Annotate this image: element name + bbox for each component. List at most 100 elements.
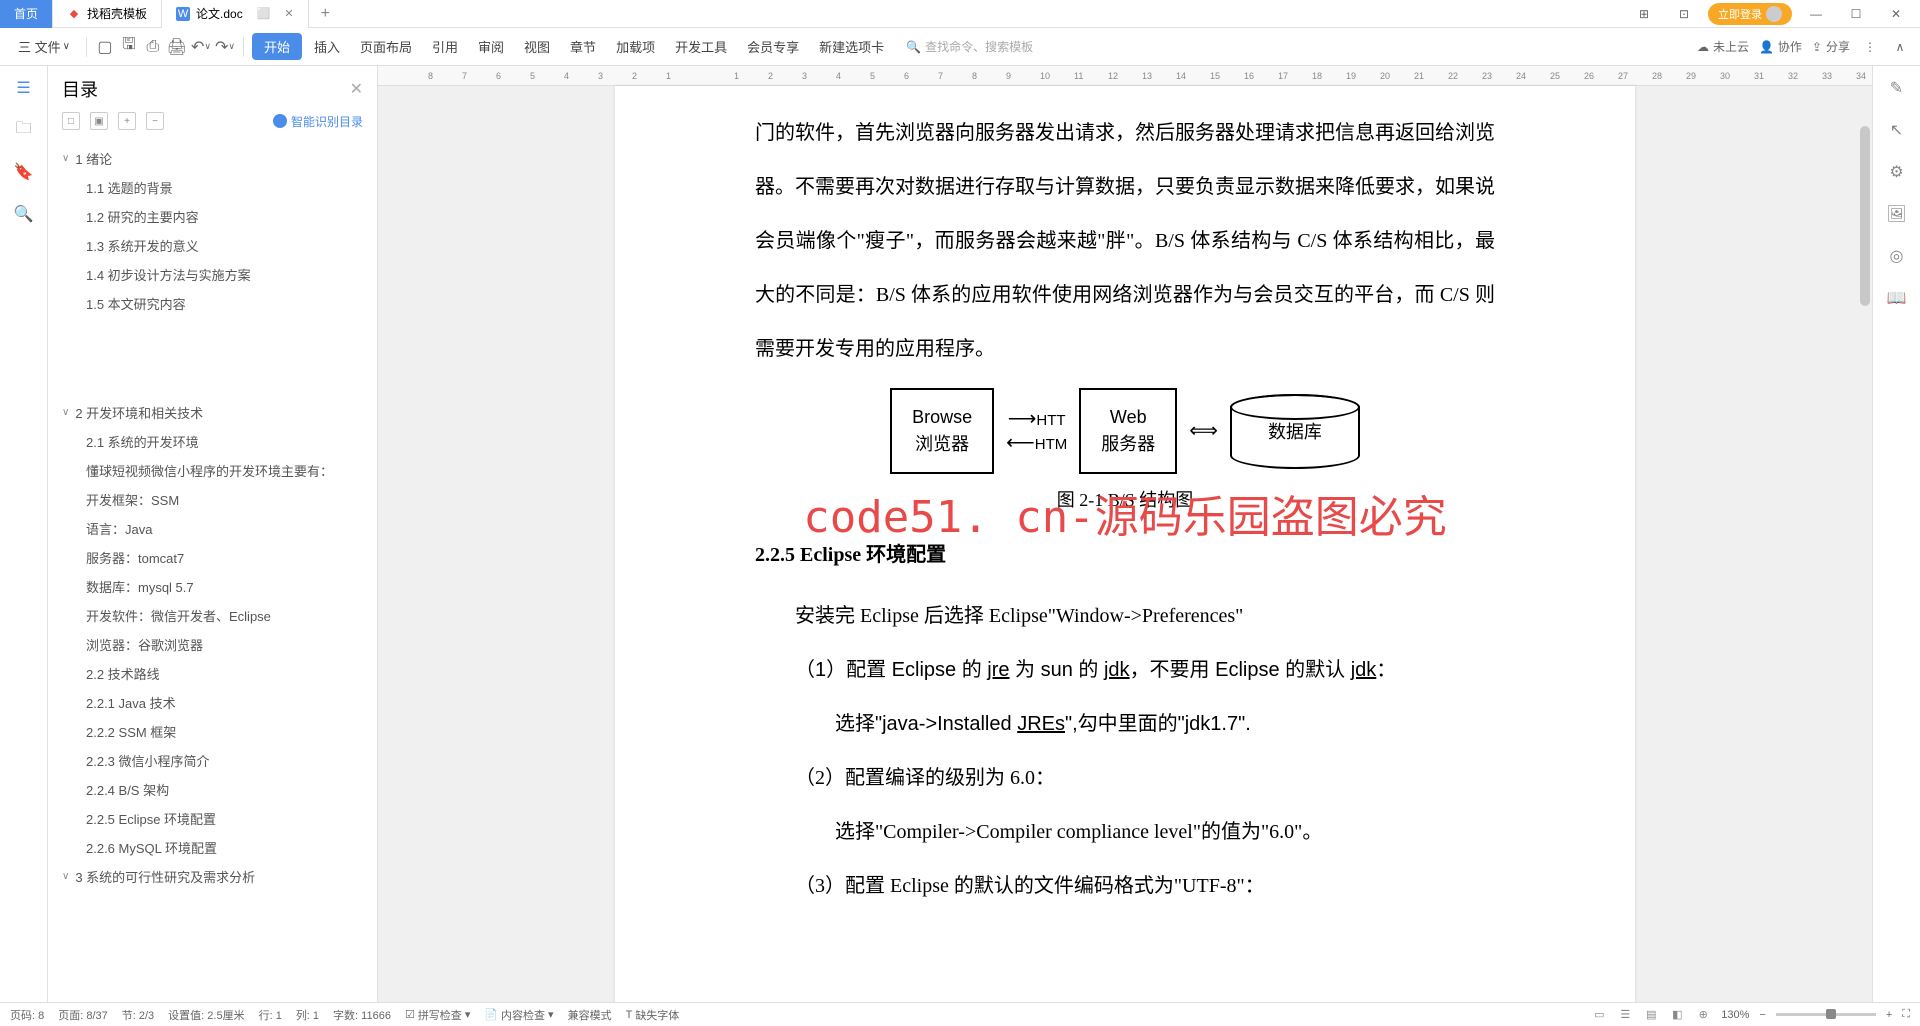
toc-item[interactable]: 1.4 初步设计方法与实施方案 <box>48 260 377 289</box>
tab-ref[interactable]: 引用 <box>424 33 466 60</box>
maximize-icon[interactable]: ☐ <box>1840 0 1872 28</box>
smart-toc[interactable]: 智能识别目录 <box>273 113 363 130</box>
toc-tool-4[interactable]: − <box>146 112 164 130</box>
undo-icon[interactable]: ↶∨ <box>191 37 211 57</box>
login-button[interactable]: 立即登录 <box>1708 3 1792 25</box>
tab-layout[interactable]: 页面布局 <box>352 33 420 60</box>
tab-document[interactable]: W论文.doc⬜✕ <box>162 0 309 28</box>
toc-item[interactable]: 浏览器：谷歌浏览器 <box>48 630 377 659</box>
toc-item[interactable]: ∨3 系统的可行性研究及需求分析 <box>48 862 377 891</box>
status-spell[interactable]: ☑拼写检查 ▾ <box>405 1007 470 1023</box>
toc-item[interactable]: 懂球短视频微信小程序的开发环境主要有： <box>48 456 377 485</box>
grid-icon[interactable]: ⊡ <box>1668 0 1700 28</box>
tab-vip[interactable]: 会员专享 <box>739 33 807 60</box>
toc-item[interactable]: 2.2.2 SSM 框架 <box>48 717 377 746</box>
toc-item[interactable]: 1.2 研究的主要内容 <box>48 202 377 231</box>
collab-button[interactable]: 👤协作 <box>1759 38 1802 55</box>
tab-templates[interactable]: ◆找稻壳模板 <box>53 0 162 28</box>
cloud-status[interactable]: ☁未上云 <box>1697 38 1749 55</box>
view-mode-3-icon[interactable]: ▤ <box>1643 1007 1659 1023</box>
close-icon[interactable]: ✕ <box>284 7 293 20</box>
toc-tool-2[interactable]: ▣ <box>90 112 108 130</box>
toc-item[interactable]: 开发框架：SSM <box>48 485 377 514</box>
more-icon[interactable]: ⋮ <box>1860 37 1880 57</box>
redo-icon[interactable]: ↷∨ <box>215 37 235 57</box>
restore-icon[interactable]: ⬜ <box>257 7 271 20</box>
page[interactable]: 门的软件，首先浏览器向服务器发出请求，然后服务器处理请求把信息再返回给浏览器。不… <box>615 86 1635 1002</box>
bookmark-icon[interactable]: 🔖 <box>12 160 36 184</box>
save-icon[interactable]: 🖫 <box>119 37 139 57</box>
toc-item[interactable]: 1.1 选题的背景 <box>48 173 377 202</box>
fit-icon[interactable]: ⊕ <box>1695 1007 1711 1023</box>
toc-item[interactable]: ∨1 绪论 <box>48 144 377 173</box>
view-mode-2-icon[interactable]: ☰ <box>1617 1007 1633 1023</box>
toc-item[interactable]: 1.3 系统开发的意义 <box>48 231 377 260</box>
search-box[interactable]: 🔍查找命令、搜索模板 <box>906 38 1033 55</box>
status-content[interactable]: 📄内容检查 ▾ <box>484 1007 553 1023</box>
preview-icon[interactable]: 🖨 <box>167 37 187 57</box>
toc-item[interactable]: 2.2.5 Eclipse 环境配置 <box>48 804 377 833</box>
toc-tool-3[interactable]: + <box>118 112 136 130</box>
tab-newtab[interactable]: 新建选项卡 <box>811 33 892 60</box>
layout-icon[interactable]: ⊞ <box>1628 0 1660 28</box>
zoom-slider[interactable] <box>1776 1013 1876 1016</box>
toc-tool-1[interactable]: □ <box>62 112 80 130</box>
status-compat[interactable]: 兼容模式 <box>568 1007 612 1023</box>
tab-home[interactable]: 首页 <box>0 0 53 28</box>
tab-devtool[interactable]: 开发工具 <box>667 33 735 60</box>
ruler[interactable]: 8765432112345678910111213141516171819202… <box>378 66 1872 86</box>
tab-view[interactable]: 视图 <box>516 33 558 60</box>
cloud-icon: ☁ <box>1697 40 1709 54</box>
toc-item[interactable]: 语言：Java <box>48 514 377 543</box>
tab-insert[interactable]: 插入 <box>306 33 348 60</box>
status-words[interactable]: 字数: 11666 <box>333 1007 391 1023</box>
fullscreen-icon[interactable]: ⛶ <box>1902 1008 1910 1021</box>
tab-addon[interactable]: 加载项 <box>608 33 663 60</box>
image-icon[interactable]: 🖼 <box>1885 202 1909 226</box>
toc-item[interactable]: 2.1 系统的开发环境 <box>48 427 377 456</box>
status-font[interactable]: T缺失字体 <box>626 1007 680 1023</box>
toc-item[interactable]: 2.2.6 MySQL 环境配置 <box>48 833 377 862</box>
settings-icon[interactable]: ⚙ <box>1885 160 1909 184</box>
new-icon[interactable]: ▢ <box>95 37 115 57</box>
tab-chapter[interactable]: 章节 <box>562 33 604 60</box>
toc-item[interactable]: 服务器：tomcat7 <box>48 543 377 572</box>
status-row[interactable]: 行: 1 <box>259 1007 282 1023</box>
view-mode-4-icon[interactable]: ◧ <box>1669 1007 1685 1023</box>
toc-item[interactable]: 开发软件：微信开发者、Eclipse <box>48 601 377 630</box>
chevron-up-icon[interactable]: ∧ <box>1890 37 1910 57</box>
status-page[interactable]: 页面: 8/37 <box>58 1007 108 1023</box>
ring-icon[interactable]: ◎ <box>1885 244 1909 268</box>
share-button[interactable]: ⇪分享 <box>1812 38 1850 55</box>
toc-item[interactable]: 2.2.1 Java 技术 <box>48 688 377 717</box>
status-col[interactable]: 列: 1 <box>296 1007 319 1023</box>
zoom-in-icon[interactable]: + <box>1886 1009 1892 1021</box>
toc-item[interactable]: 1.5 本文研究内容 <box>48 289 377 318</box>
tab-review[interactable]: 审阅 <box>470 33 512 60</box>
toc-item[interactable]: 2.2.3 微信小程序简介 <box>48 746 377 775</box>
toc-item[interactable]: ∨2 开发环境和相关技术 <box>48 398 377 427</box>
tab-add[interactable]: + <box>309 5 342 23</box>
search-rail-icon[interactable]: 🔍 <box>12 202 36 226</box>
toc-item[interactable]: 2.2 技术路线 <box>48 659 377 688</box>
view-mode-1-icon[interactable]: ▭ <box>1591 1007 1607 1023</box>
cursor-icon[interactable]: ↖ <box>1885 118 1909 142</box>
outline-icon[interactable]: ☰ <box>12 76 36 100</box>
scrollbar[interactable] <box>1860 126 1870 306</box>
close-window-icon[interactable]: ✕ <box>1880 0 1912 28</box>
status-section[interactable]: 节: 2/3 <box>122 1007 154 1023</box>
folder-icon[interactable]: 🗀 <box>12 118 36 142</box>
status-pageno[interactable]: 页码: 8 <box>10 1007 44 1023</box>
pencil-icon[interactable]: ✎ <box>1885 76 1909 100</box>
zoom-value[interactable]: 130% <box>1721 1009 1749 1021</box>
sidebar-close-icon[interactable]: ✕ <box>350 79 363 99</box>
toc-item[interactable]: 数据库：mysql 5.7 <box>48 572 377 601</box>
toc-item[interactable]: 2.2.4 B/S 架构 <box>48 775 377 804</box>
book-icon[interactable]: 📖 <box>1885 286 1909 310</box>
minimize-icon[interactable]: — <box>1800 0 1832 28</box>
tab-start[interactable]: 开始 <box>252 33 302 60</box>
print-icon[interactable]: ⎙ <box>143 37 163 57</box>
zoom-out-icon[interactable]: − <box>1759 1009 1765 1021</box>
status-setting[interactable]: 设置值: 2.5厘米 <box>168 1007 244 1023</box>
file-menu[interactable]: 三 文件 ∨ <box>10 33 78 60</box>
